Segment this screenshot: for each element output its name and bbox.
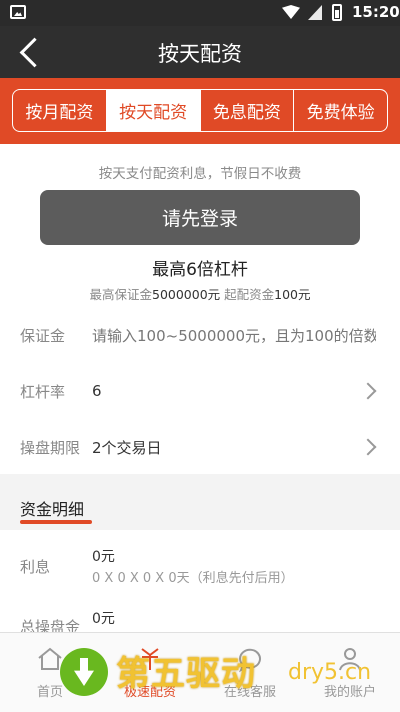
nav-fund-label: 极速配资 bbox=[123, 685, 176, 700]
tab-interest-free[interactable]: 免息配资 bbox=[201, 90, 295, 131]
nav-fund[interactable]: 极速配资 bbox=[100, 633, 200, 712]
gallery-icon bbox=[10, 5, 26, 19]
nav-account-label: 我的账户 bbox=[323, 685, 376, 700]
nav-home[interactable]: 首页 bbox=[0, 633, 100, 712]
total-value: 0元 bbox=[92, 611, 115, 627]
login-toast: 请先登录 bbox=[40, 190, 360, 245]
min-amount-value: 100元 bbox=[274, 287, 311, 302]
top-nav-bar: 按天配资 bbox=[0, 26, 400, 78]
leverage-row[interactable]: 杠杆率 6 bbox=[0, 363, 400, 419]
bottom-nav: 首页 极速配资 在线客服 我的账户 bbox=[0, 632, 400, 712]
fund-icon bbox=[141, 648, 159, 670]
leverage-label: 杠杆率 bbox=[20, 382, 66, 401]
chat-icon bbox=[238, 648, 261, 673]
page-title: 按天配资 bbox=[158, 42, 242, 66]
user-icon bbox=[339, 648, 361, 671]
no-signal-icon bbox=[308, 5, 322, 20]
interest-value: 0元 bbox=[92, 549, 115, 565]
period-value: 2个交易日 bbox=[92, 438, 162, 457]
limits-text: 最高保证金5000000元 起配资金100元 bbox=[0, 284, 400, 303]
period-row[interactable]: 操盘期限 2个交易日 bbox=[0, 419, 400, 475]
nav-service[interactable]: 在线客服 bbox=[200, 633, 300, 712]
period-label: 操盘期限 bbox=[20, 438, 81, 457]
leverage-title: 最高6倍杠杆 bbox=[152, 260, 248, 280]
leverage-value: 6 bbox=[92, 382, 102, 400]
nav-account[interactable]: 我的账户 bbox=[300, 633, 400, 712]
deposit-row[interactable]: 保证金 请输入100~5000000元，且为100的倍数 bbox=[0, 307, 400, 363]
max-deposit-label: 最高保证金 bbox=[89, 287, 152, 302]
status-time: 15:20 bbox=[352, 3, 400, 21]
status-bar: 15:20 bbox=[0, 0, 400, 26]
section-header: 资金明细 bbox=[0, 476, 400, 530]
interest-formula: 0 X 0 X 0 X 0天（利息先付后用） bbox=[92, 571, 294, 586]
deposit-input[interactable]: 请输入100~5000000元，且为100的倍数 bbox=[92, 325, 376, 346]
section-underline bbox=[20, 520, 92, 524]
battery-icon bbox=[332, 4, 342, 21]
deposit-label: 保证金 bbox=[20, 326, 66, 345]
billing-hint: 按天支付配资利息，节假日不收费 bbox=[98, 166, 302, 182]
interest-label: 利息 bbox=[20, 558, 51, 576]
min-amount-label: 起配资金 bbox=[220, 287, 275, 302]
section-title: 资金明细 bbox=[20, 500, 85, 519]
home-icon bbox=[38, 647, 62, 670]
wifi-icon bbox=[282, 5, 300, 19]
tab-daily[interactable]: 按天配资 bbox=[106, 90, 201, 131]
max-deposit-value: 5000000元 bbox=[152, 287, 221, 302]
tab-free-trial[interactable]: 免费体验 bbox=[294, 90, 387, 131]
nav-service-label: 在线客服 bbox=[223, 685, 276, 700]
tab-monthly[interactable]: 按月配资 bbox=[13, 90, 107, 131]
nav-home-label: 首页 bbox=[36, 685, 63, 700]
tab-bar: 按月配资 按天配资 免息配资 免费体验 bbox=[0, 78, 400, 144]
